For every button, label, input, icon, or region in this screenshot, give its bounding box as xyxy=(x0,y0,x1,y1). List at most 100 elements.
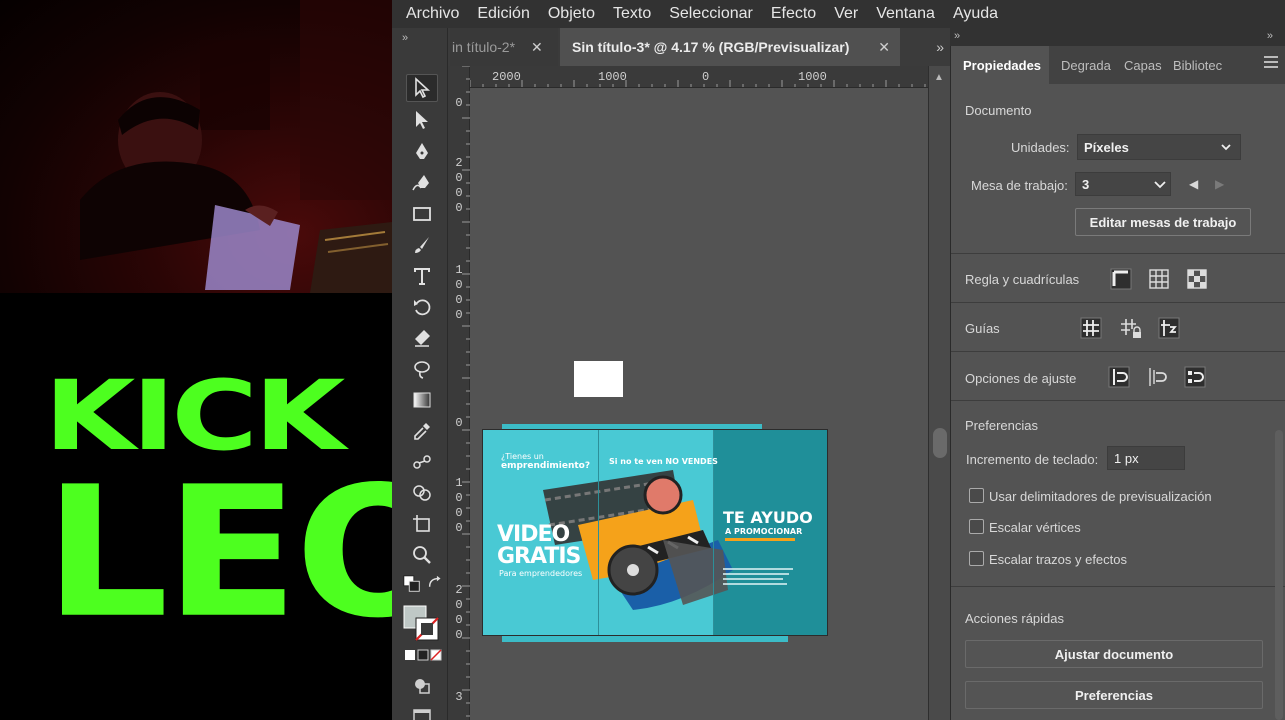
section-guias: Guías xyxy=(965,321,1000,336)
scroll-up-icon[interactable]: ▲ xyxy=(934,72,944,83)
label-unidades: Unidades: xyxy=(1011,140,1070,155)
paintbrush-tool-icon[interactable] xyxy=(406,231,438,259)
default-colors-icon[interactable] xyxy=(402,574,422,594)
previous-artboard-icon[interactable]: ◀ xyxy=(1189,177,1198,191)
swap-colors-icon[interactable] xyxy=(426,574,446,594)
expand-panel-icon[interactable]: » xyxy=(954,30,960,42)
tab-degradado[interactable]: Degrada xyxy=(1061,46,1111,84)
tab-propiedades[interactable]: Propiedades xyxy=(951,46,1049,84)
snap-to-pixel-icon[interactable] xyxy=(1181,364,1209,390)
preferences-button[interactable]: Preferencias xyxy=(965,681,1263,709)
section-documento: Documento xyxy=(965,103,1032,118)
panel-scrollbar[interactable] xyxy=(1275,430,1283,720)
grid-toggle-icon[interactable] xyxy=(1145,266,1173,292)
divider xyxy=(951,302,1285,303)
eyedropper-tool-icon[interactable] xyxy=(406,417,438,445)
rectangle-tool-icon[interactable] xyxy=(406,200,438,228)
eraser-tool-icon[interactable] xyxy=(406,324,438,352)
accent-bar xyxy=(725,538,795,541)
white-rectangle[interactable] xyxy=(574,361,623,397)
divider xyxy=(951,400,1285,401)
label-scale-strokes: Escalar trazos y efectos xyxy=(989,552,1127,567)
label-preview-bounds: Usar delimitadores de previsualización xyxy=(989,489,1212,504)
ruler-label: 2000 xyxy=(492,70,521,84)
smart-guides-icon[interactable] xyxy=(1155,315,1183,341)
menu-edicion[interactable]: Edición xyxy=(477,5,529,23)
rulers-toggle-icon[interactable] xyxy=(1107,266,1135,292)
curvature-tool-icon[interactable] xyxy=(406,169,438,197)
keyboard-increment-field[interactable]: 1 px xyxy=(1107,446,1185,470)
lasso-tool-icon[interactable] xyxy=(406,355,438,383)
units-dropdown[interactable]: Píxeles xyxy=(1077,134,1241,160)
tab-bibliotecas[interactable]: Bibliotec xyxy=(1173,46,1222,84)
zoom-tool-icon[interactable] xyxy=(406,541,438,569)
canvas-area[interactable]: ¿Tienes un emprendimiento? VIDEO GRATIS … xyxy=(470,88,928,720)
screen-mode-icon[interactable] xyxy=(406,702,438,720)
tab-capas[interactable]: Capas xyxy=(1124,46,1162,84)
close-icon[interactable]: ✕ xyxy=(878,39,890,56)
chevron-down-icon xyxy=(1221,144,1231,151)
ruler-ticks xyxy=(462,66,470,717)
tab-sin-titulo-3[interactable]: Sin título-3* @ 4.17 % (RGB/Previsualiza… xyxy=(560,28,900,66)
section-acciones-rapidas: Acciones rápidas xyxy=(965,611,1064,626)
gradient-tool-icon[interactable] xyxy=(406,386,438,414)
menu-efecto[interactable]: Efecto xyxy=(771,5,816,23)
transparency-grid-icon[interactable] xyxy=(1183,266,1211,292)
lock-guides-icon[interactable] xyxy=(1117,315,1145,341)
divider xyxy=(951,351,1285,352)
units-value: Píxeles xyxy=(1084,139,1129,155)
artboard-3[interactable]: ¿Tienes un emprendimiento? VIDEO GRATIS … xyxy=(482,429,828,636)
menu-archivo[interactable]: Archivo xyxy=(406,5,459,23)
rotate-tool-icon[interactable] xyxy=(406,293,438,321)
collapse-panel-icon[interactable]: » xyxy=(1267,30,1273,42)
direct-selection-tool-icon[interactable] xyxy=(406,106,438,134)
small-text-line xyxy=(723,583,787,585)
menu-ventana[interactable]: Ventana xyxy=(876,5,935,23)
checkbox-scale-corners[interactable] xyxy=(969,519,984,534)
draw-mode-icon[interactable] xyxy=(406,672,438,700)
blend-tool-icon[interactable] xyxy=(406,448,438,476)
tab-overflow-icon[interactable]: » xyxy=(936,39,944,55)
artboard-dropdown-chevron[interactable] xyxy=(1149,172,1171,196)
art-text-middle: Si no te ven NO VENDES xyxy=(609,457,718,466)
checkbox-preview-bounds[interactable] xyxy=(969,488,984,503)
fill-stroke-swatch-icon[interactable] xyxy=(402,604,440,642)
menu-ver[interactable]: Ver xyxy=(834,5,858,23)
menu-seleccionar[interactable]: Seleccionar xyxy=(669,5,753,23)
vertical-scrollbar[interactable]: ▲ xyxy=(928,66,950,720)
section-opciones-ajuste: Opciones de ajuste xyxy=(965,371,1077,386)
shape-builder-tool-icon[interactable] xyxy=(406,479,438,507)
menu-objeto[interactable]: Objeto xyxy=(548,5,595,23)
pen-tool-icon[interactable] xyxy=(406,138,438,166)
art-text-gratis: GRATIS xyxy=(497,544,581,569)
selection-tool-icon[interactable] xyxy=(406,74,438,102)
small-text-line xyxy=(723,573,789,575)
next-artboard-icon[interactable]: ▶ xyxy=(1215,177,1224,191)
art-text-question: ¿Tienes un xyxy=(501,452,544,461)
scrollbar-thumb[interactable] xyxy=(933,428,947,458)
panel-menu-icon[interactable] xyxy=(1264,56,1278,71)
collapse-toolbar-icon[interactable]: » xyxy=(402,32,408,44)
edit-artboards-button[interactable]: Editar mesas de trabajo xyxy=(1075,208,1251,236)
keyboard-increment-value: 1 px xyxy=(1114,450,1139,466)
section-preferencias: Preferencias xyxy=(965,418,1038,433)
ruler-label: 1000 xyxy=(798,70,827,84)
tab-label: in título-2* xyxy=(452,39,516,55)
checkbox-scale-strokes[interactable] xyxy=(969,551,984,566)
label-incremento-teclado: Incremento de teclado: xyxy=(966,452,1099,467)
menu-ayuda[interactable]: Ayuda xyxy=(953,5,998,23)
chevron-down-icon xyxy=(1154,181,1166,189)
snap-to-grid-icon[interactable] xyxy=(1143,364,1171,390)
small-text-line xyxy=(723,578,783,580)
art-text-promocionar: A PROMOCIONAR xyxy=(725,527,803,536)
snap-to-point-icon[interactable] xyxy=(1105,364,1133,390)
fit-document-button[interactable]: Ajustar documento xyxy=(965,640,1263,668)
menu-texto[interactable]: Texto xyxy=(613,5,651,23)
show-guides-icon[interactable] xyxy=(1077,315,1105,341)
type-tool-icon[interactable] xyxy=(406,262,438,290)
tab-sin-titulo-2[interactable]: in título-2* ✕ xyxy=(450,28,558,66)
artboard-tool-icon[interactable] xyxy=(406,510,438,538)
horizontal-ruler: 2000 1000 0 1000 xyxy=(470,66,928,88)
color-mode-icons[interactable] xyxy=(404,648,442,662)
close-icon[interactable]: ✕ xyxy=(531,39,543,56)
